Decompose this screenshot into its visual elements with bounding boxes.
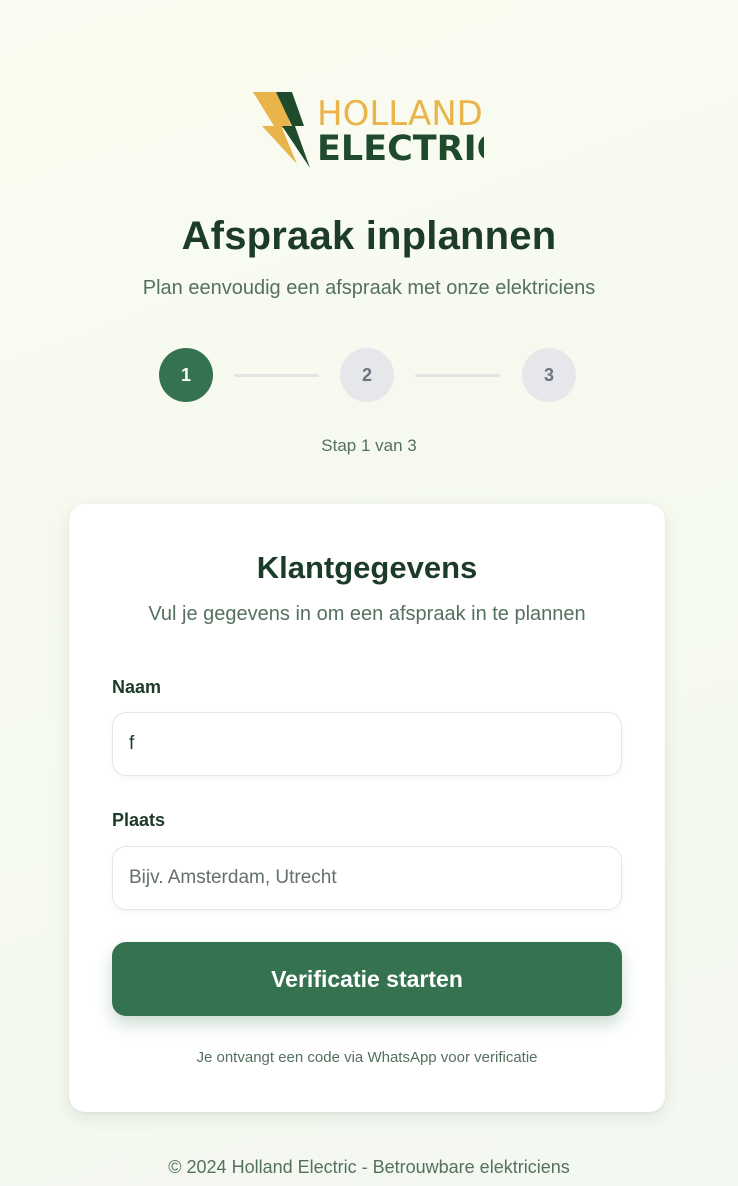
footer-text: © 2024 Holland Electric - Betrouwbare el…: [168, 1157, 570, 1177]
card-subtitle: Vul je gegevens in om een afspraak in te…: [148, 603, 586, 625]
place-label: Plaats: [112, 810, 166, 830]
page-title: Afspraak inplannen: [181, 214, 557, 258]
whatsapp-hint: Je ontvangt een code via WhatsApp voor v…: [196, 1049, 538, 1066]
lightning-bolt-icon: [253, 92, 310, 168]
place-input[interactable]: [112, 846, 622, 910]
name-input[interactable]: [112, 712, 622, 776]
brand-line1: HOLLAND: [317, 94, 483, 134]
step-2-indicator: 2: [340, 348, 394, 402]
step-connector-2: [415, 374, 500, 377]
step-3-indicator: 3: [522, 348, 576, 402]
page-subtitle: Plan eenvoudig een afspraak met onze ele…: [142, 277, 596, 299]
brand-line2: ELECTRIC: [317, 129, 484, 169]
customer-details-card: Klantgegevens Vul je gegevens in om een …: [69, 504, 665, 1112]
start-verification-button[interactable]: Verificatie starten: [112, 942, 622, 1016]
name-label: Naam: [112, 677, 162, 697]
brand-logo: HOLLAND ELECTRIC: [252, 88, 484, 170]
step-progress-label: Stap 1 van 3: [321, 436, 417, 455]
card-title: Klantgegevens: [256, 550, 478, 585]
step-connector-1: [234, 374, 319, 377]
step-1-indicator: 1: [159, 348, 213, 402]
